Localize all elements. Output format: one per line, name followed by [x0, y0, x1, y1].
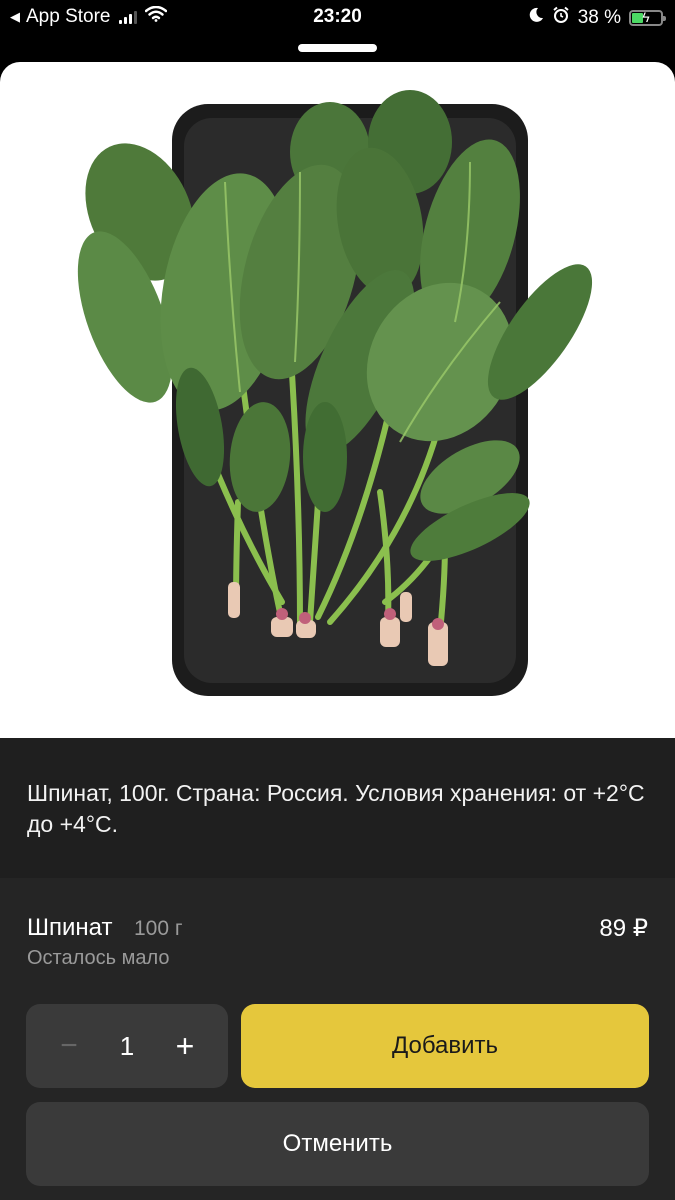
battery-charging-icon: ϟ	[629, 9, 666, 26]
status-right: 38 % ϟ	[528, 6, 666, 30]
product-description: Шпинат, 100г. Страна: Россия. Условия хр…	[27, 780, 645, 837]
decrement-button[interactable]: −	[54, 1026, 84, 1066]
product-name: Шпинат	[27, 914, 113, 941]
product-image	[0, 62, 675, 738]
sheet-grabber[interactable]	[298, 44, 377, 52]
product-weight: 100 г	[134, 917, 183, 940]
add-to-cart-button[interactable]: Добавить	[241, 1004, 649, 1088]
status-bar: ◀ App Store 23:20 38 % ϟ	[0, 0, 675, 36]
cancel-button[interactable]: Отменить	[26, 1102, 649, 1186]
quantity-stepper: − 1 +	[26, 1004, 228, 1088]
purchase-panel: Шпинат 100 г 89 ₽ Осталось мало − 1 + До…	[0, 878, 675, 1200]
description-panel: Шпинат, 100г. Страна: Россия. Условия хр…	[0, 738, 675, 878]
stock-status: Осталось мало	[27, 947, 170, 969]
moon-icon	[528, 7, 544, 29]
product-price: 89 ₽	[599, 915, 648, 942]
alarm-icon	[552, 6, 570, 30]
battery-percent: 38 %	[577, 7, 621, 28]
quantity-value: 1	[119, 1031, 135, 1061]
increment-button[interactable]: +	[168, 1026, 202, 1066]
product-sheet: Шпинат, 100г. Страна: Россия. Условия хр…	[0, 62, 675, 1200]
